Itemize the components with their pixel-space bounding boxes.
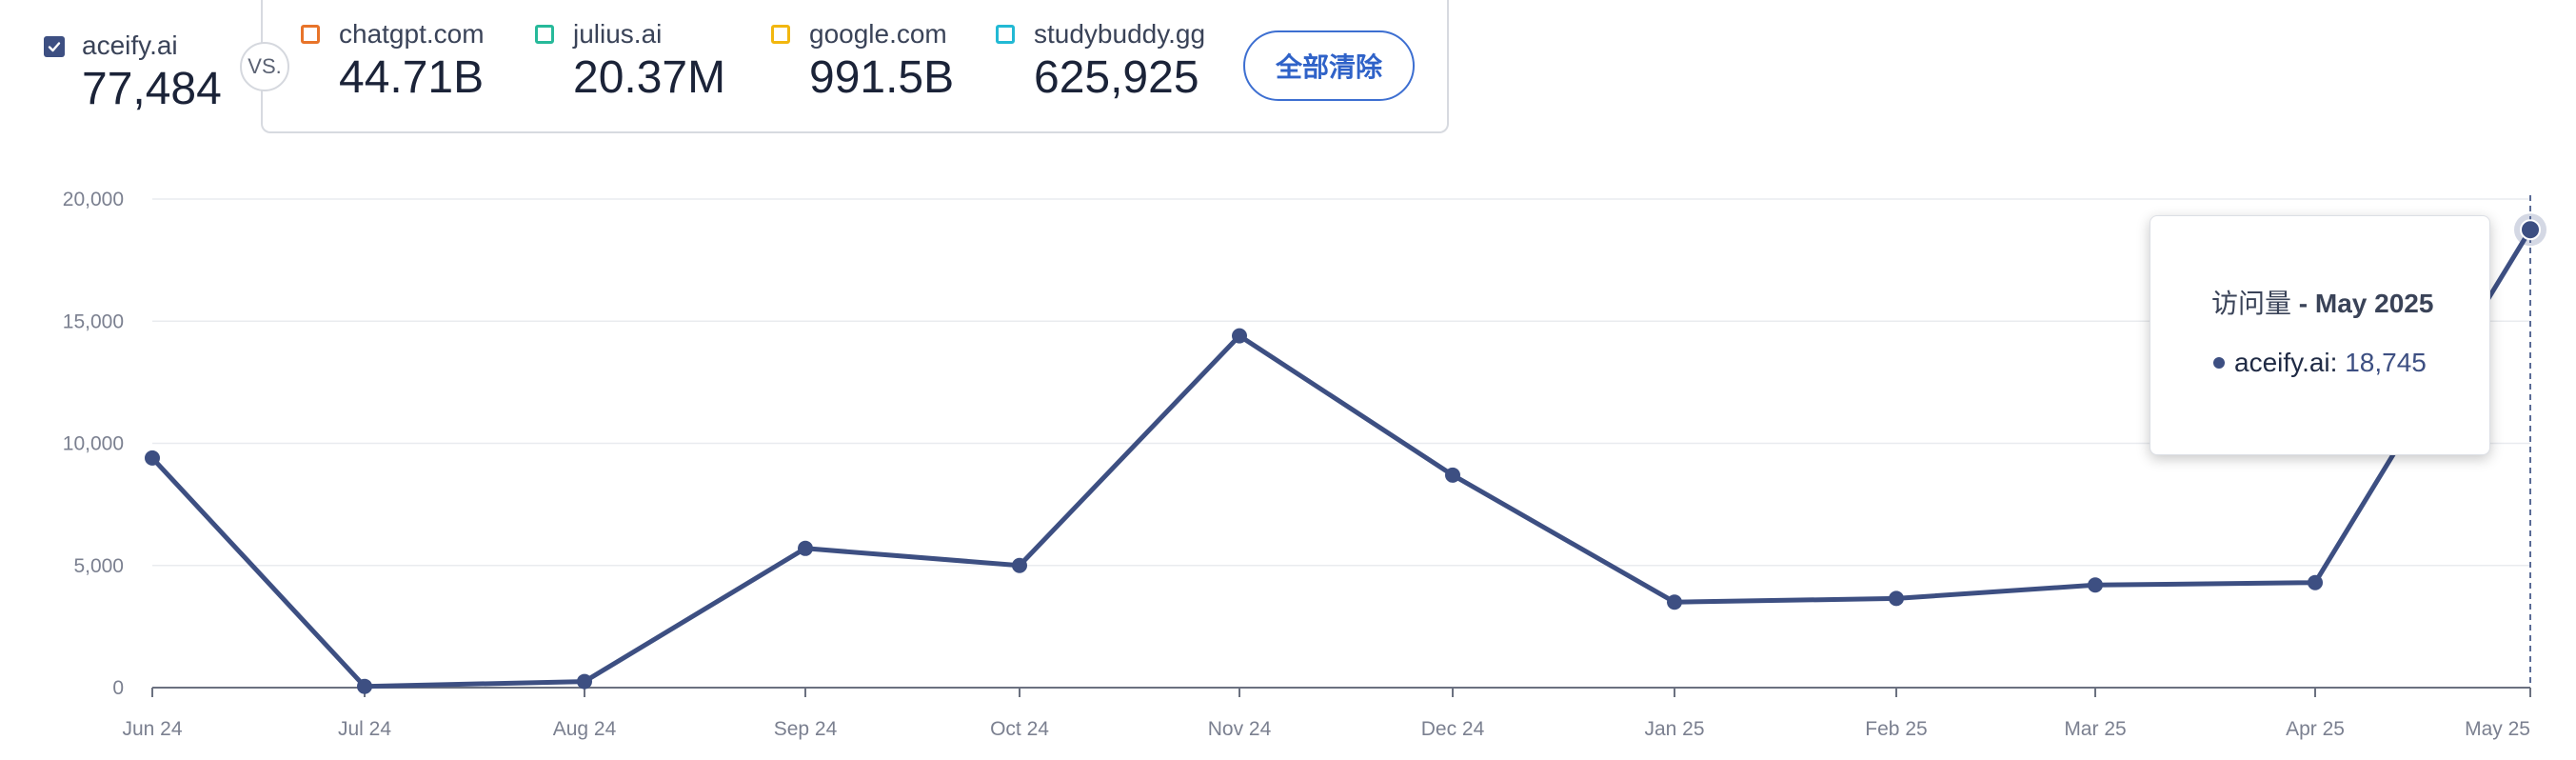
data-point[interactable] <box>2308 574 2323 590</box>
data-point[interactable] <box>1889 590 1904 607</box>
vs-badge: VS. <box>240 42 289 91</box>
tooltip-series-row: aceify.ai: 18,745 <box>2234 348 2427 378</box>
x-tick-label: May 25 <box>2465 718 2530 740</box>
data-point[interactable] <box>1232 328 1247 344</box>
x-tick-label: Jul 24 <box>338 718 391 740</box>
tooltip-title: 访问量 - May 2025 <box>2211 283 2433 321</box>
chart-tooltip: 访问量 - May 2025 aceify.ai: 18,745 <box>2150 215 2490 455</box>
tooltip-series-value: 18,745 <box>2345 348 2427 377</box>
data-point[interactable] <box>798 540 813 556</box>
y-tick-label: 0 <box>112 677 124 699</box>
y-tick-label: 10,000 <box>63 433 124 455</box>
data-point[interactable] <box>1445 467 1460 483</box>
data-point[interactable] <box>1012 557 1027 573</box>
x-axis: Jun 24 Jul 24 Aug 24 Sep 24 Oct 24 Nov 24 Dec … <box>122 688 2531 740</box>
x-tick-label: Nov 24 <box>1208 718 1272 740</box>
data-point[interactable] <box>145 450 160 466</box>
x-tick-label: Dec 24 <box>1421 718 1485 740</box>
data-point[interactable] <box>1667 594 1682 610</box>
y-axis: 0 5,000 10,000 15,000 20,000 <box>63 189 124 699</box>
data-point[interactable] <box>357 678 372 694</box>
x-tick-label: Feb 25 <box>1865 718 1927 740</box>
tooltip-title-month: - May 2025 <box>2298 289 2434 318</box>
y-tick-label: 20,000 <box>63 189 124 210</box>
x-tick-label: Aug 24 <box>553 718 617 740</box>
series-dot-icon <box>2213 357 2225 369</box>
x-tick-label: Mar 25 <box>2064 718 2126 740</box>
tooltip-title-prefix: 访问量 <box>2211 289 2292 318</box>
y-tick-label: 15,000 <box>63 310 124 332</box>
x-tick-label: Jan 25 <box>1644 718 1704 740</box>
x-tick-label: Jun 24 <box>122 718 182 740</box>
x-tick-label: Apr 25 <box>2286 718 2345 740</box>
x-tick-label: Sep 24 <box>774 718 838 740</box>
y-tick-label: 5,000 <box>73 555 124 577</box>
data-point[interactable] <box>2088 577 2103 593</box>
tooltip-series-label: aceify.ai: <box>2234 348 2338 377</box>
x-tick-label: Oct 24 <box>990 718 1049 740</box>
data-point[interactable] <box>577 673 592 690</box>
data-point-highlighted[interactable] <box>2520 219 2541 241</box>
